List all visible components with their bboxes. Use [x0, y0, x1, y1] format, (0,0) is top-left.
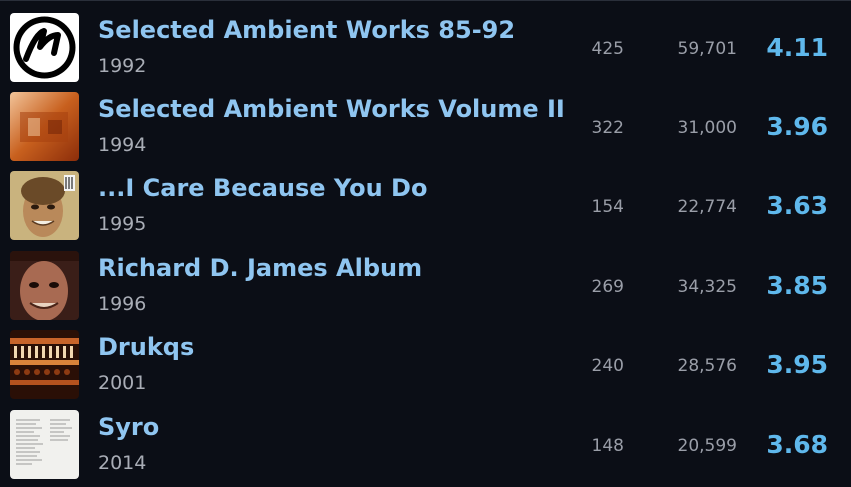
text-list-cover-icon[interactable]	[10, 410, 79, 479]
album-row[interactable]: Selected Ambient Works 85-92 1992 425 59…	[0, 2, 851, 82]
ratings-count: 154	[591, 197, 624, 217]
album-row[interactable]: Selected Ambient Works Volume II 1994 32…	[0, 81, 851, 161]
face-cover-icon[interactable]	[10, 251, 79, 320]
album-year: 2014	[98, 452, 147, 474]
average-score: 3.95	[766, 350, 828, 379]
average-score: 4.11	[766, 33, 828, 62]
album-title[interactable]: Syro	[98, 413, 159, 441]
reviews-count: 20,599	[677, 436, 737, 456]
album-year: 1995	[98, 213, 147, 235]
album-year: 1992	[98, 55, 147, 77]
ratings-count: 322	[591, 118, 624, 138]
average-score: 3.68	[766, 430, 828, 459]
album-row[interactable]: ...I Care Because You Do 1995 154 22,774…	[0, 160, 851, 240]
album-year: 2001	[98, 372, 147, 394]
album-title[interactable]: Richard D. James Album	[98, 254, 422, 282]
orange-cover-icon[interactable]	[10, 92, 79, 161]
portrait-cover-icon[interactable]	[10, 171, 79, 240]
reviews-count: 22,774	[677, 197, 737, 217]
average-score: 3.96	[766, 112, 828, 141]
album-row[interactable]: Richard D. James Album 1996 269 34,325 3…	[0, 240, 851, 320]
reviews-count: 34,325	[677, 277, 737, 297]
album-year: 1994	[98, 134, 147, 156]
average-score: 3.63	[766, 191, 828, 220]
album-year: 1996	[98, 293, 147, 315]
ratings-count: 148	[591, 436, 624, 456]
reviews-count: 31,000	[677, 118, 737, 138]
album-list: Selected Ambient Works 85-92 1992 425 59…	[0, 0, 851, 487]
average-score: 3.85	[766, 271, 828, 300]
ratings-count: 269	[591, 277, 624, 297]
reviews-count: 28,576	[677, 356, 737, 376]
album-row[interactable]: Syro 2014 148 20,599 3.68	[0, 399, 851, 479]
reviews-count: 59,701	[677, 39, 737, 59]
album-title[interactable]: Selected Ambient Works 85-92	[98, 16, 515, 44]
ratings-count: 425	[591, 39, 624, 59]
mechanism-cover-icon[interactable]	[10, 330, 79, 399]
album-row[interactable]: Drukqs 2001 240 28,576 3.95	[0, 319, 851, 399]
album-title[interactable]: Drukqs	[98, 333, 194, 361]
aphex-logo-cover-icon[interactable]	[10, 13, 79, 82]
album-title[interactable]: Selected Ambient Works Volume II	[98, 95, 565, 123]
ratings-count: 240	[591, 356, 624, 376]
album-title[interactable]: ...I Care Because You Do	[98, 174, 427, 202]
